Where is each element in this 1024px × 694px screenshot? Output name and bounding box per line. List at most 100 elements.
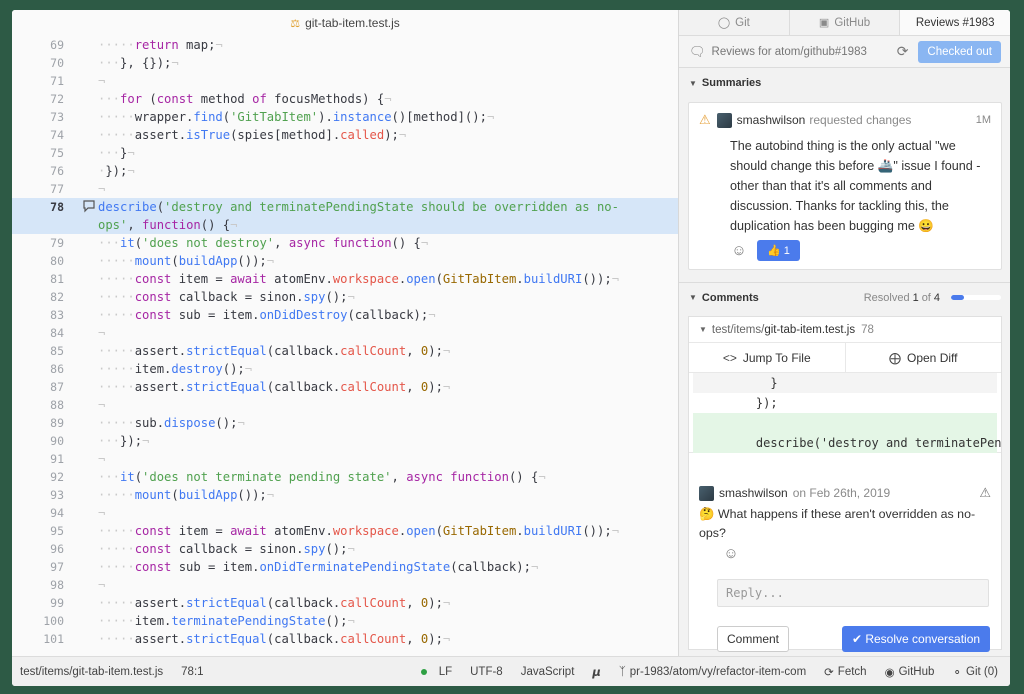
- code-line[interactable]: 76 ·});¬: [12, 162, 678, 180]
- comment-gutter-icon[interactable]: [82, 199, 96, 213]
- code-text: ¬: [98, 506, 106, 520]
- code-line[interactable]: 91 ¬: [12, 450, 678, 468]
- app-window: ⚖ git-tab-item.test.js 69 ·····return map…: [12, 10, 1010, 686]
- status-fetch-label: Fetch: [837, 665, 867, 678]
- status-branch[interactable]: ᛉ pr-1983/atom/vy/refactor-item-com: [619, 666, 806, 678]
- broadcast-icon[interactable]: 𝞵: [592, 665, 600, 679]
- code-line[interactable]: 100 ·····item.terminatePendingState();¬: [12, 612, 678, 630]
- code-text: ¬: [98, 452, 106, 466]
- diff-line-text: });: [727, 396, 778, 410]
- thread-path-prefix: test/items/: [711, 323, 765, 336]
- summaries-header[interactable]: ▼ Summaries: [679, 68, 1010, 98]
- summaries-label: Summaries: [701, 77, 762, 89]
- code-line[interactable]: 80 ·····mount(buildApp());¬: [12, 252, 678, 270]
- code-line[interactable]: 86 ·····item.destroy();¬: [12, 360, 678, 378]
- status-line-ending[interactable]: LF: [439, 666, 452, 678]
- thumbs-up-reaction-button[interactable]: 👍 1: [757, 240, 800, 261]
- checked-out-button[interactable]: Checked out: [918, 40, 1001, 63]
- status-github[interactable]: ◉ GitHub: [885, 665, 935, 679]
- line-number: 75: [50, 146, 64, 160]
- comment-date[interactable]: on Feb 26th, 2019: [793, 486, 890, 500]
- code-line[interactable]: 87 ·····assert.strictEqual(callback.callC…: [12, 378, 678, 396]
- code-area[interactable]: 69 ·····return map;¬ 70 ···}, {});¬ 71 ¬ 72 ···…: [12, 36, 678, 648]
- editor-pane[interactable]: ⚖ git-tab-item.test.js 69 ·····return map…: [12, 10, 678, 656]
- tab-github-label: GitHub: [834, 16, 871, 29]
- code-line[interactable]: 72 ···for (const method of focusMethods) …: [12, 90, 678, 108]
- code-line[interactable]: 69 ·····return map;¬: [12, 36, 678, 54]
- line-number: 88: [50, 398, 64, 412]
- thread-file-header[interactable]: ▼ test/items/ git-tab-item.test.js 78: [689, 317, 1001, 343]
- editor-tab[interactable]: ⚖ git-tab-item.test.js: [12, 10, 678, 36]
- editor-tab-title: git-tab-item.test.js: [305, 16, 400, 30]
- summary-header: ⚠ smashwilson requested changes 1M: [699, 112, 991, 128]
- code-line[interactable]: 88 ¬: [12, 396, 678, 414]
- line-number: 91: [50, 452, 64, 466]
- line-number: 92: [50, 470, 64, 484]
- code-line[interactable]: 96 ·····const callback = sinon.spy();¬: [12, 540, 678, 558]
- code-line[interactable]: 74 ·····assert.isTrue(spies[method].calle…: [12, 126, 678, 144]
- diff-line-text: }: [727, 376, 778, 390]
- line-number: 79: [50, 236, 64, 250]
- diff-snippet: } }); describe('destroy and terminatePen: [689, 373, 1002, 453]
- comments-header[interactable]: ▼ Comments Resolved 1 of 4: [679, 282, 1010, 312]
- diff-line: }: [693, 373, 997, 393]
- code-line[interactable]: 97 ·····const sub = item.onDidTerminatePe…: [12, 558, 678, 576]
- code-line[interactable]: 98 ¬: [12, 576, 678, 594]
- status-git[interactable]: ⚬ Git (0): [952, 665, 998, 679]
- code-line[interactable]: 73 ·····wrapper.find('GitTabItem').instan…: [12, 108, 678, 126]
- code-line[interactable]: 89 ·····sub.dispose();¬: [12, 414, 678, 432]
- code-line[interactable]: 78 describe('destroy and terminatePending…: [12, 198, 678, 216]
- code-line[interactable]: 71 ¬: [12, 72, 678, 90]
- status-grammar[interactable]: JavaScript: [521, 666, 575, 678]
- reply-input[interactable]: Reply...: [717, 579, 989, 607]
- tab-git[interactable]: ◯ Git: [679, 10, 790, 35]
- line-number: 77: [50, 182, 64, 196]
- comment-author[interactable]: smashwilson: [719, 486, 788, 500]
- status-encoding[interactable]: UTF-8: [470, 666, 503, 678]
- add-reaction-icon[interactable]: ☺: [729, 241, 749, 261]
- code-line[interactable]: 70 ···}, {});¬: [12, 54, 678, 72]
- avatar[interactable]: [699, 485, 714, 501]
- code-line[interactable]: ops', function() {¬: [12, 216, 678, 234]
- code-line[interactable]: 93 ·····mount(buildApp());¬: [12, 486, 678, 504]
- avatar[interactable]: [716, 112, 732, 128]
- code-line[interactable]: 81 ·····const item = await atomEnv.worksp…: [12, 270, 678, 288]
- code-line[interactable]: 75 ···}¬: [12, 144, 678, 162]
- status-branch-label: pr-1983/atom/vy/refactor-item-com: [629, 665, 807, 678]
- status-fetch[interactable]: ⟳ Fetch: [824, 665, 866, 679]
- code-line[interactable]: 85 ·····assert.strictEqual(callback.callC…: [12, 342, 678, 360]
- resolve-conversation-button[interactable]: ✔ Resolve conversation: [842, 626, 990, 652]
- jump-to-file-button[interactable]: <> Jump To File: [689, 343, 846, 372]
- resolved-of: of: [921, 291, 931, 304]
- code-line[interactable]: 90 ···});¬: [12, 432, 678, 450]
- add-reaction-icon[interactable]: ☺: [721, 543, 741, 563]
- code-text: ·····assert.isTrue(spies[method].called)…: [98, 128, 407, 142]
- code-line[interactable]: 83 ·····const sub = item.onDidDestroy(cal…: [12, 306, 678, 324]
- collapse-triangle-icon: ▼: [689, 78, 697, 88]
- code-line[interactable]: 99 ·····assert.strictEqual(callback.callC…: [12, 594, 678, 612]
- status-cursor-position[interactable]: 78:1: [181, 666, 203, 678]
- code-line[interactable]: 92 ···it('does not terminate pending stat…: [12, 468, 678, 486]
- code-line[interactable]: 94 ¬: [12, 504, 678, 522]
- summary-author[interactable]: smashwilson: [737, 113, 806, 127]
- code-text: ·});¬: [98, 164, 135, 178]
- open-diff-button[interactable]: ⨁ Open Diff: [846, 343, 1002, 372]
- refresh-icon[interactable]: ⟳: [897, 43, 909, 60]
- tab-github[interactable]: ▣ GitHub: [790, 10, 901, 35]
- diff-line-text: describe('destroy and terminatePen: [727, 436, 1002, 450]
- tab-reviews[interactable]: Reviews #1983: [900, 10, 1010, 35]
- code-line[interactable]: 95 ·····const item = await atomEnv.worksp…: [12, 522, 678, 540]
- code-line[interactable]: 77 ¬: [12, 180, 678, 198]
- code-line[interactable]: 79 ···it('does not destroy', async functi…: [12, 234, 678, 252]
- comment-button[interactable]: Comment: [717, 626, 789, 652]
- code-text: ·····assert.strictEqual(callback.callCou…: [98, 632, 451, 646]
- code-text: ·····return map;¬: [98, 38, 223, 52]
- code-text: ·····assert.strictEqual(callback.callCou…: [98, 596, 451, 610]
- code-line[interactable]: 84 ¬: [12, 324, 678, 342]
- summary-time[interactable]: 1M: [976, 114, 991, 126]
- status-file-path[interactable]: test/items/git-tab-item.test.js: [20, 666, 163, 678]
- review-thread: ▼ test/items/ git-tab-item.test.js 78 <>…: [688, 316, 1002, 652]
- code-line[interactable]: 82 ·····const callback = sinon.spy();¬: [12, 288, 678, 306]
- code-line[interactable]: 101 ·····assert.strictEqual(callback.call…: [12, 630, 678, 648]
- summary-action: requested changes: [809, 113, 912, 127]
